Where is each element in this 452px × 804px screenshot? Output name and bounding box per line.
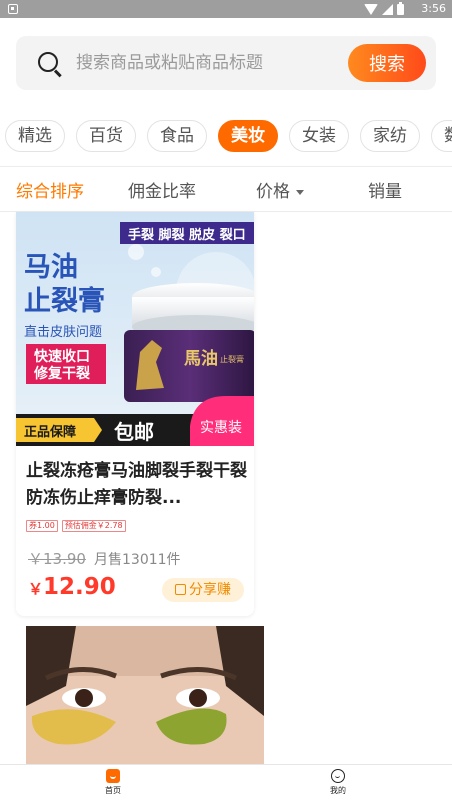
notification-icon <box>8 4 18 14</box>
tab-shipin[interactable]: 食品 <box>147 120 207 152</box>
currency-symbol: ￥ <box>28 580 44 598</box>
nav-me-label: 我的 <box>330 786 346 795</box>
coupon-tag: 券1.00 <box>26 520 58 532</box>
search-icon <box>38 52 58 72</box>
tab-more[interactable]: 数 <box>431 120 452 152</box>
product-title: 止裂冻疮膏马油脚裂手裂干裂防冻伤止痒膏防裂... <box>26 461 247 508</box>
tab-jingxuan[interactable]: 精选 <box>5 120 65 152</box>
feature-2: 修复干裂 <box>33 365 90 382</box>
image-name-2: 止裂膏 <box>24 285 105 317</box>
status-bar: 3:56 <box>0 0 452 18</box>
sort-bar: 综合排序 佣金比率 价格 销量 <box>0 167 452 211</box>
sort-price-label: 价格 <box>256 182 290 202</box>
product-image: 手裂 脚裂 脱皮 裂口 马油 止裂膏 直击皮肤问题 快速收口 修复干裂 馬油 止… <box>16 212 254 446</box>
category-tabs: 精选 百货 食品 美妆 女装 家纺 数 <box>0 120 452 154</box>
banner-text: 手裂 脚裂 脱皮 裂口 <box>128 227 246 243</box>
share-earn-button[interactable]: 分享赚 <box>162 578 244 602</box>
free-ship-label: 包邮 <box>114 420 154 444</box>
share-icon <box>175 584 186 595</box>
tab-jiafang[interactable]: 家纺 <box>360 120 420 152</box>
price-value: 12.90 <box>43 574 116 600</box>
search-input[interactable] <box>76 50 346 76</box>
product-card-2[interactable] <box>26 626 264 766</box>
profile-icon <box>331 769 345 783</box>
bottom-nav: 首页 我的 <box>0 764 452 804</box>
tab-baihuo[interactable]: 百货 <box>76 120 136 152</box>
signal-icon <box>382 3 393 15</box>
product-card[interactable]: 手裂 脚裂 脱皮 裂口 马油 止裂膏 直击皮肤问题 快速收口 修复干裂 馬油 止… <box>16 212 254 616</box>
nav-home[interactable]: 首页 <box>83 769 143 796</box>
monthly-sales: 月售13011件 <box>94 552 181 568</box>
wifi-icon <box>364 3 378 15</box>
image-name-1: 马油 <box>24 252 78 283</box>
product-image-2 <box>26 626 264 766</box>
battery-icon <box>397 1 404 15</box>
tab-meizhuang[interactable]: 美妆 <box>218 120 278 152</box>
sort-price[interactable]: 价格 <box>256 177 304 202</box>
home-icon <box>106 769 120 783</box>
guarantee-label: 正品保障 <box>24 424 76 440</box>
feature-1: 快速收口 <box>34 348 90 365</box>
product-tags: 券1.00 预估佣金￥2.78 <box>26 520 126 532</box>
search-bar: 搜索 <box>16 36 436 90</box>
commission-tag: 预估佣金￥2.78 <box>61 520 126 532</box>
status-time: 3:56 <box>421 2 446 15</box>
search-button[interactable]: 搜索 <box>348 44 426 82</box>
share-label: 分享赚 <box>189 582 231 598</box>
original-price: ￥13.90 <box>28 550 86 568</box>
current-price: ￥12.90 <box>28 574 116 600</box>
nav-me[interactable]: 我的 <box>308 769 368 796</box>
nav-home-label: 首页 <box>105 786 121 795</box>
jar-label: 馬油 <box>184 348 218 369</box>
real-pack-label: 实惠装 <box>200 420 242 436</box>
image-subtitle: 直击皮肤问题 <box>24 325 102 340</box>
sort-sales[interactable]: 销量 <box>368 177 402 202</box>
jar-label-small: 止裂膏 <box>220 354 244 364</box>
caret-down-icon <box>296 189 304 195</box>
sort-commission[interactable]: 佣金比率 <box>128 177 196 202</box>
tab-nvzhuang[interactable]: 女装 <box>289 120 349 152</box>
sort-default[interactable]: 综合排序 <box>16 177 84 202</box>
